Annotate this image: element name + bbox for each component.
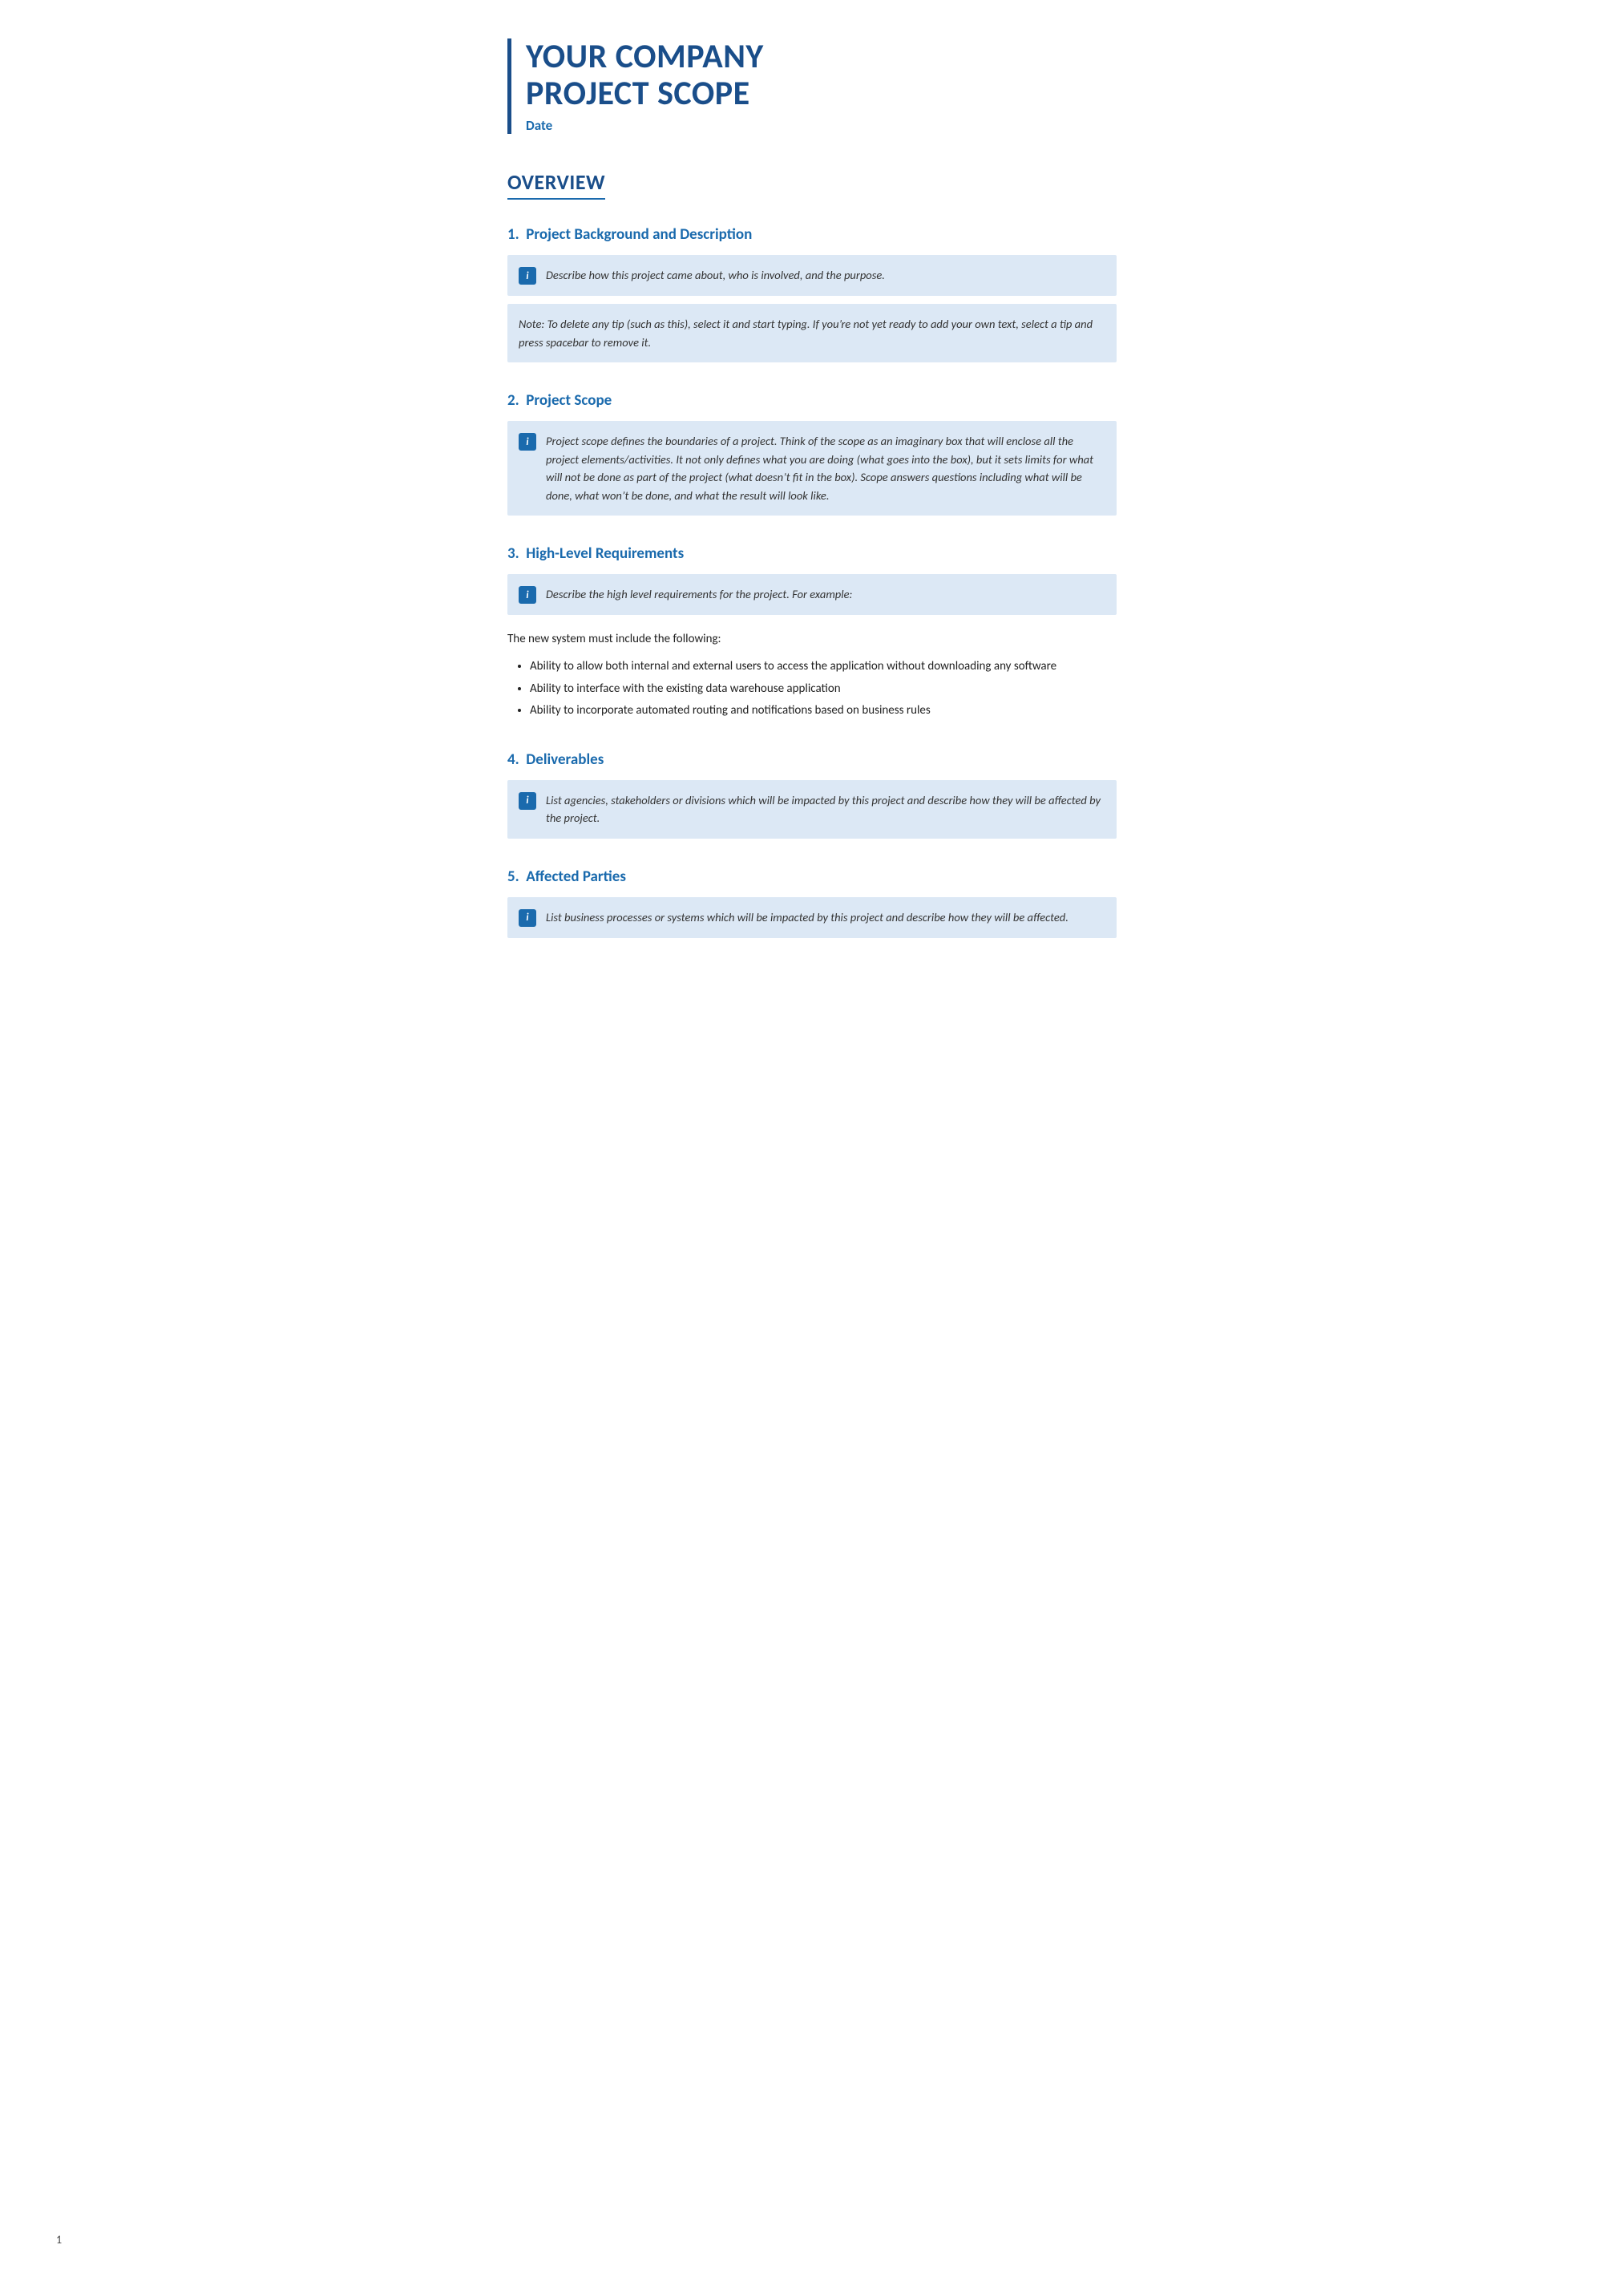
list-item: Ability to incorporate automated routing… (530, 701, 1117, 722)
section-4: 4. Deliverables i List agencies, stakehold… (507, 750, 1117, 839)
section-title-4: 4. Deliverables (507, 750, 1117, 769)
tip-box-2-1: i Project scope defines the boundaries of… (507, 421, 1117, 516)
tip-text-3-1: Describe the high level requirements for… (546, 585, 852, 603)
info-icon: i (519, 909, 536, 927)
section-title-5: 5. Affected Parties (507, 868, 1117, 886)
section-1: 1. Project Background and Description i De… (507, 225, 1117, 362)
tip-box-5-1: i List business processes or systems whic… (507, 897, 1117, 938)
title-line2: PROJECT SCOPE (526, 73, 750, 114)
info-icon: i (519, 586, 536, 604)
overview-section: OVERVIEW (507, 169, 1117, 200)
tip-box-3-1: i Describe the high level requirements fo… (507, 574, 1117, 615)
list-item: Ability to allow both internal and exter… (530, 657, 1117, 677)
page-footer: 1 (56, 2233, 62, 2247)
tip-box-1-2: Note: To delete any tip (such as this), … (507, 304, 1117, 362)
bullet-list-3: Ability to allow both internal and exter… (530, 657, 1117, 722)
info-icon: i (519, 792, 536, 810)
overview-title: OVERVIEW (507, 169, 605, 200)
sections-container: 1. Project Background and Description i De… (507, 225, 1117, 937)
tip-text-1-2: Note: To delete any tip (such as this), … (519, 315, 1102, 351)
section-title-2: 2. Project Scope (507, 391, 1117, 410)
section-3: 3. High-Level Requirements i Describe the … (507, 544, 1117, 722)
tip-text-2-1: Project scope defines the boundaries of … (546, 432, 1102, 504)
info-icon: i (519, 433, 536, 451)
section-title-3: 3. High-Level Requirements (507, 544, 1117, 563)
page-number: 1 (56, 2233, 62, 2247)
list-item: Ability to interface with the existing d… (530, 679, 1117, 700)
page-header: YOUR COMPANY PROJECT SCOPE Date (507, 38, 1117, 134)
tip-text-5-1: List business processes or systems which… (546, 908, 1069, 926)
page-title: YOUR COMPANY PROJECT SCOPE (526, 38, 1117, 112)
tip-box-1-1: i Describe how this project came about, w… (507, 255, 1117, 296)
section-2: 2. Project Scope i Project scope defines t… (507, 391, 1117, 516)
tip-box-4-1: i List agencies, stakeholders or division… (507, 780, 1117, 839)
title-line1: YOUR COMPANY (526, 36, 764, 77)
info-icon: i (519, 267, 536, 285)
section-5: 5. Affected Parties i List business proces… (507, 868, 1117, 938)
section-title-1: 1. Project Background and Description (507, 225, 1117, 244)
body-text-3: The new system must include the followin… (507, 629, 1117, 649)
tip-text-4-1: List agencies, stakeholders or divisions… (546, 791, 1102, 827)
tip-text-1-1: Describe how this project came about, wh… (546, 266, 885, 284)
date-label: Date (526, 117, 1117, 134)
